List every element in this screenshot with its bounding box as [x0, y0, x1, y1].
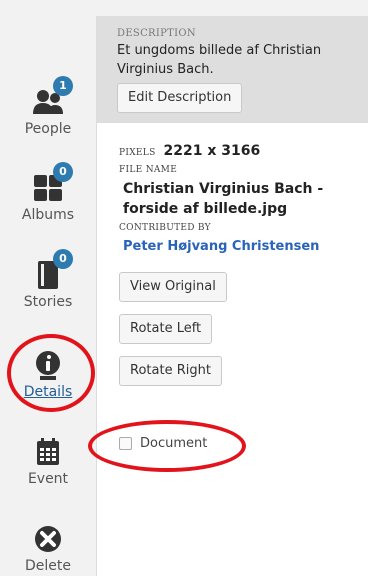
edit-description-button[interactable]: Edit Description — [117, 83, 243, 113]
albums-count-badge: 0 — [53, 162, 73, 182]
calendar-icon — [31, 436, 65, 468]
sidebar-item-people[interactable]: 1 People — [0, 76, 96, 137]
sidebar-item-delete[interactable]: Delete — [0, 523, 96, 574]
contributor-link[interactable]: Peter Højvang Christensen — [119, 239, 348, 254]
albums-icon: 0 — [31, 162, 73, 204]
people-icon: 1 — [31, 76, 73, 118]
sidebar-item-albums[interactable]: 0 Albums — [0, 162, 96, 223]
view-original-button[interactable]: View Original — [119, 272, 227, 302]
document-toggle[interactable]: Document — [119, 436, 207, 451]
image-metadata: PIXELS 2221 x 3166 FILE NAME Christian V… — [97, 123, 368, 254]
sidebar-item-stories[interactable]: 0 Stories — [0, 249, 96, 310]
close-icon — [31, 523, 65, 555]
people-count-badge: 1 — [53, 76, 73, 96]
pixels-value: 2221 x 3166 — [163, 143, 261, 159]
sidebar: 1 People 0 Albums 0 Stories Details Even… — [0, 0, 96, 576]
file-name-label: FILE NAME — [119, 165, 178, 175]
file-name: Christian Virginius Bach - forside af bi… — [123, 181, 324, 217]
document-checkbox[interactable] — [119, 437, 132, 450]
description-section: DESCRIPTION Et ungdoms billede af Christ… — [97, 16, 368, 123]
description-label: DESCRIPTION — [117, 28, 196, 39]
info-icon — [31, 349, 65, 381]
details-panel: DESCRIPTION Et ungdoms billede af Christ… — [96, 16, 368, 576]
rotate-right-button[interactable]: Rotate Right — [119, 356, 222, 386]
sidebar-item-details[interactable]: Details — [0, 349, 96, 400]
sidebar-item-label: Delete — [25, 558, 71, 574]
rotate-left-button[interactable]: Rotate Left — [119, 314, 213, 344]
pixels-label: PIXELS — [119, 148, 156, 158]
sidebar-item-event[interactable]: Event — [0, 436, 96, 487]
stories-icon: 0 — [31, 249, 73, 291]
sidebar-item-label: Event — [27, 471, 69, 487]
image-actions: View Original Rotate Left Rotate Right — [97, 254, 368, 386]
document-label: Document — [140, 436, 208, 451]
sidebar-item-label: Details — [23, 384, 73, 400]
sidebar-item-label: Albums — [21, 207, 75, 223]
description-text: Et ungdoms billede af Christian Virginiu… — [117, 43, 322, 77]
stories-count-badge: 0 — [53, 249, 73, 269]
contributed-by-label: CONTRIBUTED BY — [119, 223, 211, 233]
sidebar-item-label: People — [24, 121, 72, 137]
pixels-row: PIXELS 2221 x 3166 — [119, 143, 348, 159]
sidebar-item-label: Stories — [23, 294, 73, 310]
